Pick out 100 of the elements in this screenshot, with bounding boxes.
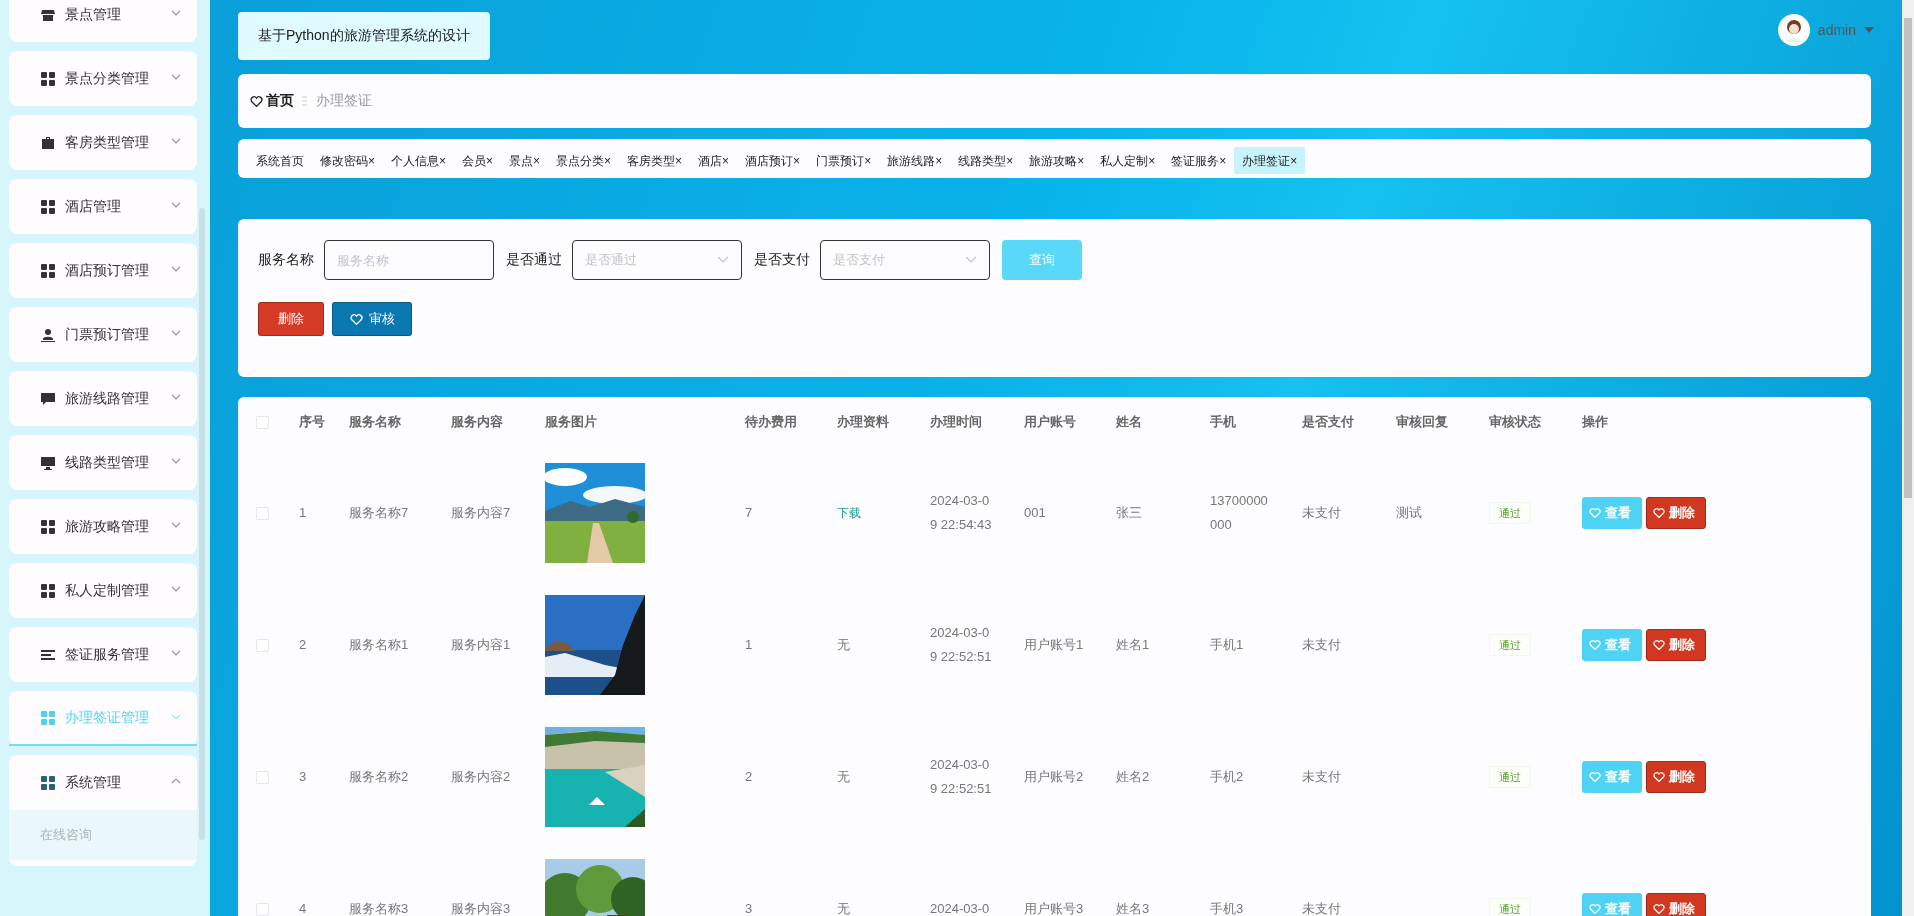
grid-icon [41,199,55,214]
checkbox[interactable] [256,770,269,784]
scrollbar[interactable] [1902,0,1914,916]
table-cell-text: 2024-03-09 22:54:43 [930,492,993,534]
checkbox[interactable] [256,506,269,520]
sidebar-item[interactable]: 客房类型管理 [9,115,197,170]
table-cell-text: 无 [837,636,850,654]
tab[interactable]: 旅游线路× [879,147,951,174]
sidebar-item[interactable]: 签证服务管理 [9,627,197,682]
column-header: 服务内容 [451,413,503,431]
filter-label: 是否通过 [506,251,562,269]
tab[interactable]: 景点× [501,147,549,174]
separator-icon [302,95,308,107]
grid-icon [41,263,55,278]
tab[interactable]: 办理签证× [1234,147,1306,174]
table-cell-text: 1 [299,504,307,522]
table-cell-text: 张三 [1116,504,1142,522]
heart-icon [1589,507,1601,519]
chevron-icon [171,585,181,593]
breadcrumb-current: 办理签证 [316,92,372,110]
chevron-icon [171,393,181,401]
tab[interactable]: 系统首页 [248,147,312,174]
sidebar-item[interactable]: 线路类型管理 [9,435,197,490]
column-header: 姓名 [1116,413,1142,431]
tab[interactable]: 修改密码× [312,147,383,174]
grid-icon [41,519,55,534]
list-icon [41,647,55,662]
shop-icon [41,7,55,22]
table-cell-text: 手机2 [1210,768,1245,786]
chevron-icon[interactable] [717,256,729,264]
chevron-icon [171,713,181,721]
heart-icon [1653,771,1665,783]
table-cell-text: 1 [745,636,753,654]
tab[interactable]: 个人信息× [383,147,455,174]
sidebar-item[interactable]: 酒店预订管理 [9,243,197,298]
column-header: 办理资料 [837,413,889,431]
tab[interactable]: 景点分类× [548,147,620,174]
sidebar-item[interactable]: 旅游线路管理 [9,371,197,426]
table-cell-text: 无 [837,768,850,786]
column-header: 序号 [299,413,325,431]
tab[interactable]: 线路类型× [950,147,1022,174]
tab[interactable]: 会员× [454,147,502,174]
table-cell-text: 服务名称7 [349,504,409,522]
sidebar-item[interactable]: 旅游攻略管理 [9,499,197,554]
delete-button[interactable]: 删除 [1646,761,1706,793]
grid-icon [41,71,55,86]
sidebar-item[interactable]: 私人定制管理 [9,563,197,618]
tab[interactable]: 酒店× [690,147,738,174]
checkbox[interactable] [256,638,269,652]
chevron-icon [171,649,181,657]
tab[interactable]: 酒店预订× [737,147,809,174]
app-title: 基于Python的旅游管理系统的设计 [238,12,490,60]
column-header: 是否支付 [1302,413,1354,431]
heart-icon [1653,507,1665,519]
checkbox[interactable] [256,902,269,916]
tab[interactable]: 签证服务× [1163,147,1235,174]
table-cell-text: 姓名2 [1116,768,1150,786]
grid-icon [41,583,55,598]
caret-icon[interactable] [1864,27,1874,33]
table-cell-text: 手机1 [1210,636,1245,654]
table-cell-text: 服务内容3 [451,900,511,916]
sidebar-item[interactable]: 系统管理 [9,755,197,810]
sidebar-item[interactable]: 景点分类管理 [9,51,197,106]
delete-button[interactable]: 删除 [258,302,324,336]
search-field[interactable]: 服务名称 [324,240,494,280]
download-link[interactable]: 下载 [837,501,861,525]
delete-button[interactable]: 删除 [1646,629,1706,661]
table-cell-text: 用户账号2 [1024,768,1084,786]
chevron-icon [171,265,181,273]
monitor-icon [41,455,55,470]
delete-button[interactable]: 删除 [1646,893,1706,916]
table-cell-text: 3 [299,768,307,786]
breadcrumb-home[interactable]: 首页 [250,92,294,110]
tab[interactable]: 旅游攻略× [1021,147,1093,174]
tab[interactable]: 私人定制× [1092,147,1164,174]
heart-icon [1589,771,1601,783]
chevron-icon [171,73,181,81]
delete-button[interactable]: 删除 [1646,497,1706,529]
sidebar-item[interactable]: 门票预订管理 [9,307,197,362]
column-header: 待办费用 [745,413,797,431]
table-cell-text: 用户账号3 [1024,900,1084,916]
review-button[interactable]: 审核 [332,302,412,336]
table-cell-text: 未支付 [1302,636,1341,654]
chevron-icon [171,9,181,17]
status-tag: 通过 [1489,766,1531,788]
briefcase-icon [41,135,55,150]
tab[interactable]: 客房类型× [619,147,691,174]
table-cell-text: 服务内容1 [451,636,511,654]
chevron-icon [171,521,181,529]
table-cell-text: 001 [1024,504,1046,522]
table-cell-text: 测试 [1396,504,1422,522]
column-header: 操作 [1582,413,1608,431]
checkbox[interactable] [256,415,269,429]
sidebar-item[interactable]: 酒店管理 [9,179,197,234]
table-cell-text: 未支付 [1302,900,1341,916]
chevron-icon[interactable] [965,256,977,264]
sidebar-item[interactable]: 景点管理 [9,0,197,42]
tab[interactable]: 门票预订× [808,147,880,174]
table-cell-text: 13700000000 [1210,492,1269,534]
status-tag: 通过 [1489,898,1531,916]
